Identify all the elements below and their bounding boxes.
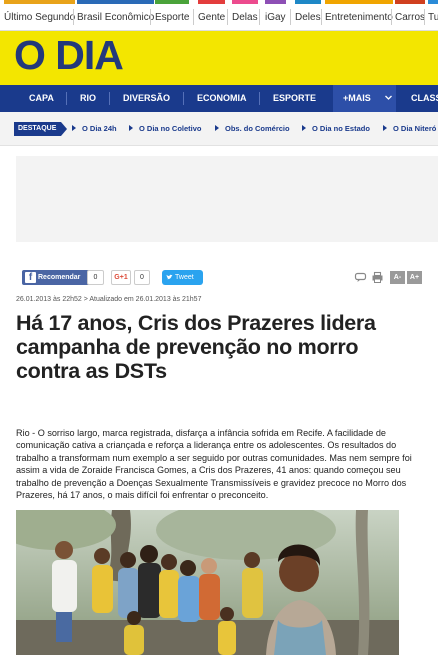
article-headline: Há 17 anos, Cris dos Prazeres lidera cam… — [16, 311, 376, 383]
portal-link-deles[interactable]: Deles — [295, 0, 321, 30]
portal-link-overflow[interactable]: Tu — [428, 0, 438, 30]
portal-divider — [424, 9, 425, 25]
portal-divider — [290, 9, 291, 25]
site-logo[interactable]: O DIA — [14, 32, 124, 79]
masthead: O DIA — [0, 31, 438, 85]
nav-item-classificados[interactable]: CLASS — [411, 85, 438, 112]
arrow-right-icon — [129, 125, 133, 131]
comment-icon[interactable] — [354, 271, 367, 284]
facebook-recommend-label: Recomendar — [38, 274, 81, 281]
nav-divider — [66, 92, 67, 105]
portal-divider — [259, 9, 260, 25]
article-dateline: 26.01.2013 às 22h52 > Atualizado em 26.0… — [16, 296, 202, 303]
portal-stripe — [155, 0, 190, 4]
article-photo-image — [16, 510, 399, 655]
portal-stripe — [198, 0, 226, 4]
nav-more-label: +MAIS — [343, 93, 371, 103]
font-decrease-button[interactable]: A- — [390, 271, 405, 284]
nav-divider — [183, 92, 184, 105]
tweet-button[interactable]: Tweet — [162, 270, 203, 285]
destaque-link-label: O Dia 24h — [82, 124, 117, 133]
portal-link-label: Brasil Econômico — [77, 12, 155, 23]
portal-bar: Último Segundo Brasil Econômico Esporte … — [0, 0, 438, 31]
portal-divider — [391, 9, 392, 25]
arrow-right-icon — [72, 125, 76, 131]
nav-item-diversao[interactable]: DIVERSÃO — [123, 85, 170, 112]
destaque-tag: DESTAQUE — [14, 122, 68, 136]
portal-link-label: iGay — [265, 12, 286, 23]
portal-stripe — [395, 0, 426, 4]
facebook-count: 0 — [87, 270, 104, 285]
portal-link-esporte[interactable]: Esporte — [155, 0, 190, 30]
destaque-link-o-dia-niteroi[interactable]: O Dia Niteró — [383, 122, 436, 136]
portal-stripe — [428, 0, 438, 4]
article-lead: Rio - O sorriso largo, marca registrada,… — [16, 428, 412, 501]
portal-link-label: Entretenimento — [325, 12, 393, 23]
portal-link-label: Tu — [428, 12, 438, 23]
nav-more-button[interactable]: +MAIS — [333, 85, 396, 112]
font-increase-button[interactable]: A+ — [407, 271, 422, 284]
portal-stripe — [232, 0, 258, 4]
portal-link-brasil-economico[interactable]: Brasil Econômico — [77, 0, 155, 30]
portal-link-igay[interactable]: iGay — [265, 0, 286, 30]
destaque-bar: DESTAQUE O Dia 24h O Dia no Coletivo Obs… — [0, 112, 438, 146]
arrow-right-icon — [383, 125, 387, 131]
portal-link-label: Esporte — [155, 12, 190, 23]
print-icon[interactable] — [371, 271, 384, 284]
portal-link-entretenimento[interactable]: Entretenimento — [325, 0, 393, 30]
portal-stripe — [325, 0, 393, 4]
google-plus-count: 0 — [134, 270, 150, 285]
destaque-link-label: O Dia no Coletivo — [139, 124, 202, 133]
nav-item-esporte[interactable]: ESPORTE — [273, 85, 316, 112]
google-plus-button[interactable]: G+1 — [111, 270, 131, 285]
destaque-link-o-dia-no-estado[interactable]: O Dia no Estado — [302, 122, 370, 136]
main-nav: CAPA RIO DIVERSÃO ECONOMIA ESPORTE +MAIS… — [0, 85, 438, 112]
nav-item-rio[interactable]: RIO — [80, 85, 96, 112]
portal-link-label: Carros — [395, 12, 426, 23]
nav-item-capa[interactable]: CAPA — [29, 85, 54, 112]
portal-link-gente[interactable]: Gente — [198, 0, 226, 30]
nav-divider — [259, 92, 260, 105]
portal-divider — [321, 9, 322, 25]
portal-link-label: Delas — [232, 12, 258, 23]
portal-link-label: Gente — [198, 12, 226, 23]
portal-link-label: Deles — [295, 12, 321, 23]
article-photo — [16, 510, 399, 655]
portal-link-delas[interactable]: Delas — [232, 0, 258, 30]
destaque-link-o-dia-24h[interactable]: O Dia 24h — [72, 122, 117, 136]
nav-divider — [109, 92, 110, 105]
social-share-bar: f Recomendar 0 G+1 0 Tweet A- A+ — [16, 268, 438, 288]
portal-divider — [193, 9, 194, 25]
twitter-bird-icon — [166, 274, 173, 280]
destaque-link-label: Obs. do Comércio — [225, 124, 290, 133]
destaque-link-label: O Dia Niteró — [393, 124, 437, 133]
portal-link-label: Último Segundo — [4, 12, 76, 23]
portal-divider — [150, 9, 151, 25]
arrow-right-icon — [302, 125, 306, 131]
arrow-right-icon — [215, 125, 219, 131]
ad-banner-placeholder — [16, 156, 438, 242]
portal-link-carros[interactable]: Carros — [395, 0, 426, 30]
portal-divider — [73, 9, 74, 25]
portal-stripe — [295, 0, 321, 4]
portal-stripe — [4, 0, 76, 4]
portal-link-ultimo-segundo[interactable]: Último Segundo — [4, 0, 76, 30]
portal-divider — [227, 9, 228, 25]
portal-stripe — [265, 0, 286, 4]
portal-stripe — [77, 0, 155, 4]
tweet-label: Tweet — [175, 274, 194, 281]
facebook-icon: f — [25, 272, 36, 283]
destaque-link-obs-do-comercio[interactable]: Obs. do Comércio — [215, 122, 290, 136]
destaque-link-label: O Dia no Estado — [312, 124, 370, 133]
nav-item-economia[interactable]: ECONOMIA — [197, 85, 247, 112]
destaque-link-o-dia-no-coletivo[interactable]: O Dia no Coletivo — [129, 122, 202, 136]
chevron-down-icon — [385, 95, 392, 100]
